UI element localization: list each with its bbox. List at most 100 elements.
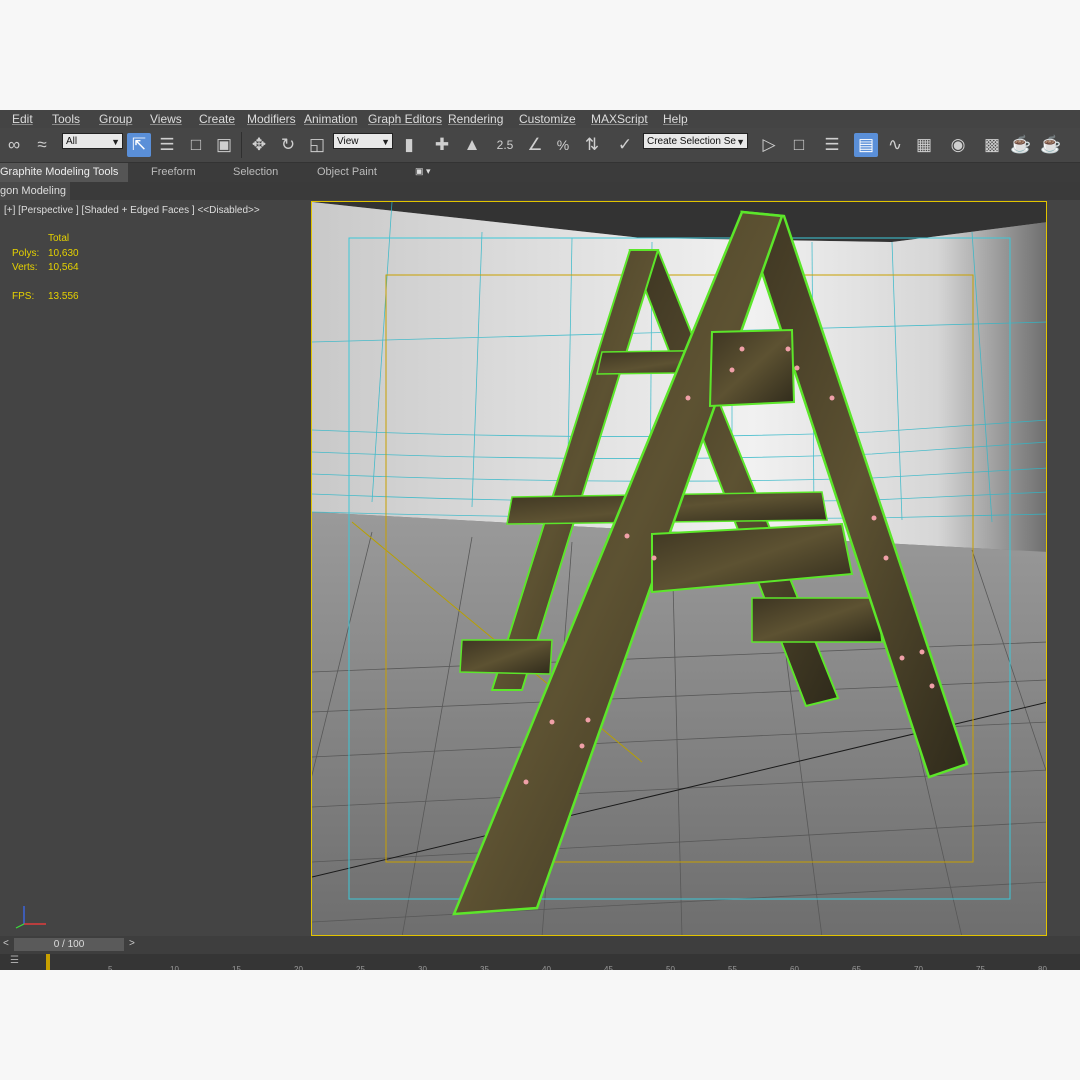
left-viewport-area: [+] [Perspective ] [Shaded + Edged Faces… xyxy=(0,202,310,935)
verts-label: Verts: xyxy=(12,262,38,273)
time-slider-thumb[interactable]: 0 / 100 xyxy=(14,938,124,951)
toolbar-separator xyxy=(241,132,242,158)
fps-value: 13.556 xyxy=(48,291,79,302)
frame-tick-label: 65 xyxy=(852,965,861,970)
chevron-down-icon: ▼ xyxy=(736,137,745,147)
schematic-view-icon[interactable]: ▦ xyxy=(912,133,936,157)
snaps-toggle-label: 2.5 xyxy=(496,138,514,152)
select-object-icon[interactable]: ⇱ xyxy=(127,133,151,157)
ladder-rung[interactable] xyxy=(708,328,796,408)
tab-graphite-modeling-tools[interactable]: Graphite Modeling Tools xyxy=(0,163,128,182)
menu-graph-editors[interactable]: Graph Editors xyxy=(368,112,442,126)
frame-tick-label: 30 xyxy=(418,965,427,970)
named-selection-sets-dropdown[interactable]: Create Selection Se ▼ xyxy=(643,133,748,149)
track-bar-menu-icon[interactable]: ☰ xyxy=(10,955,19,966)
menu-bar: Edit Tools Group Views Create Modifiers … xyxy=(0,110,1080,128)
angle-snap-icon[interactable]: ∠ xyxy=(523,133,547,157)
scale-icon[interactable]: ◱ xyxy=(305,133,329,157)
spinner-snap-icon[interactable]: ⇅ xyxy=(580,133,604,157)
reference-coordinate-dropdown[interactable]: View ▼ xyxy=(333,133,393,149)
layer-manager-icon[interactable]: ☰ xyxy=(820,133,844,157)
menu-rendering[interactable]: Rendering xyxy=(448,112,503,126)
menu-views[interactable]: Views xyxy=(150,112,182,126)
frame-tick-label: 50 xyxy=(666,965,675,970)
next-frame-icon[interactable]: > xyxy=(129,938,135,949)
frame-tick-label: 55 xyxy=(728,965,737,970)
bind-space-warp-icon[interactable]: ≈ xyxy=(30,133,54,157)
frame-tick-label: 10 xyxy=(170,965,179,970)
window-crossing-icon[interactable]: ▣ xyxy=(212,133,236,157)
tab-polygon-modeling[interactable]: gon Modeling xyxy=(0,182,70,200)
menu-customize[interactable]: Customize xyxy=(519,112,576,126)
reference-coordinate-value: View xyxy=(337,136,359,147)
time-slider[interactable]: < 0 / 100 > xyxy=(0,936,1080,954)
select-manipulate-icon[interactable]: ✚ xyxy=(430,133,454,157)
frame-tick-label: 5 xyxy=(108,965,113,970)
move-icon[interactable]: ✥ xyxy=(247,133,271,157)
frame-counter: 0 / 100 xyxy=(53,939,85,950)
ladder-rung[interactable] xyxy=(751,597,883,643)
perspective-viewport[interactable] xyxy=(311,201,1047,936)
link-icon[interactable]: ∞ xyxy=(2,133,26,157)
rendered-frame-window-icon[interactable]: ☕ xyxy=(1009,133,1033,157)
sub-ribbon: gon Modeling xyxy=(0,182,1080,200)
viewport-statistics: Total Polys: 10,630 Verts: 10,564 FPS: 13.5… xyxy=(12,232,79,305)
track-bar[interactable]: ☰ 5 10 15 20 25 30 35 40 45 50 55 60 65 70 75 80 xyxy=(0,954,1080,970)
rectangular-selection-icon[interactable]: □ xyxy=(184,133,208,157)
frame-tick-label: 40 xyxy=(542,965,551,970)
tab-freeform[interactable]: Freeform xyxy=(151,166,196,178)
render-setup-icon[interactable]: ▩ xyxy=(980,133,1004,157)
frame-tick-label: 80 xyxy=(1038,965,1047,970)
edit-named-selection-icon[interactable]: ✓ xyxy=(613,133,637,157)
menu-animation[interactable]: Animation xyxy=(304,112,357,126)
polys-value: 10,630 xyxy=(48,247,79,259)
current-frame-marker xyxy=(46,954,50,970)
viewport-scene[interactable] xyxy=(312,202,1047,936)
frame-tick-label: 75 xyxy=(976,965,985,970)
chevron-down-icon: ▼ xyxy=(381,137,390,147)
ribbon: Graphite Modeling Tools Freeform Selecti… xyxy=(0,163,1080,182)
menu-tools[interactable]: Tools xyxy=(52,112,80,126)
curve-editor-icon[interactable]: ∿ xyxy=(883,133,907,157)
selection-filter-value: All xyxy=(66,136,78,147)
tab-selection[interactable]: Selection xyxy=(233,166,278,178)
viewport-label[interactable]: [+] [Perspective ] [Shaded + Edged Faces… xyxy=(4,205,260,216)
frame-tick-label: 20 xyxy=(294,965,303,970)
frame-tick-label: 60 xyxy=(790,965,799,970)
percent-snap-icon[interactable]: % xyxy=(551,133,575,157)
menu-group[interactable]: Group xyxy=(99,112,132,126)
polys-label: Polys: xyxy=(12,247,40,259)
axis-gizmo-icon xyxy=(15,906,46,929)
align-icon[interactable]: □ xyxy=(787,133,811,157)
keyboard-shortcut-override-icon[interactable]: ▲ xyxy=(460,133,484,157)
named-selection-sets-placeholder: Create Selection Se xyxy=(647,136,736,147)
main-toolbar: ∞ ≈ All ▼ ⇱ ☰ □ ▣ ✥ ↻ ◱ View ▼ ▮ ✚ ▲ 2.5… xyxy=(0,128,1080,163)
tab-object-paint[interactable]: Object Paint xyxy=(317,166,377,178)
material-editor-icon[interactable]: ◉ xyxy=(946,133,970,157)
ribbon-options-icon[interactable]: ▣ ▾ xyxy=(415,166,431,177)
stats-header: Total xyxy=(48,233,70,244)
fps-label: FPS: xyxy=(12,291,35,302)
mirror-icon[interactable]: ▷ xyxy=(757,133,781,157)
frame-tick-label: 25 xyxy=(356,965,365,970)
pivot-center-icon[interactable]: ▮ xyxy=(397,133,421,157)
right-command-panel-edge xyxy=(1048,201,1080,936)
graphite-modeling-toggle-icon[interactable]: ▤ xyxy=(854,133,878,157)
snaps-toggle-icon[interactable]: 2.5 xyxy=(493,133,517,157)
menu-help[interactable]: Help xyxy=(663,112,688,126)
select-by-name-icon[interactable]: ☰ xyxy=(155,133,179,157)
frame-tick-label: 35 xyxy=(480,965,489,970)
frame-tick-label: 45 xyxy=(604,965,613,970)
ladder-rung[interactable] xyxy=(459,639,553,675)
menu-modifiers[interactable]: Modifiers xyxy=(247,112,296,126)
chevron-down-icon: ▼ xyxy=(111,137,120,147)
render-production-icon[interactable]: ☕ xyxy=(1039,133,1063,157)
frame-tick-label: 70 xyxy=(914,965,923,970)
menu-create[interactable]: Create xyxy=(199,112,235,126)
frame-tick-label: 15 xyxy=(232,965,241,970)
selection-filter-dropdown[interactable]: All ▼ xyxy=(62,133,123,149)
rotate-icon[interactable]: ↻ xyxy=(276,133,300,157)
previous-frame-icon[interactable]: < xyxy=(3,938,9,949)
menu-maxscript[interactable]: MAXScript xyxy=(591,112,648,126)
menu-edit[interactable]: Edit xyxy=(12,112,33,126)
